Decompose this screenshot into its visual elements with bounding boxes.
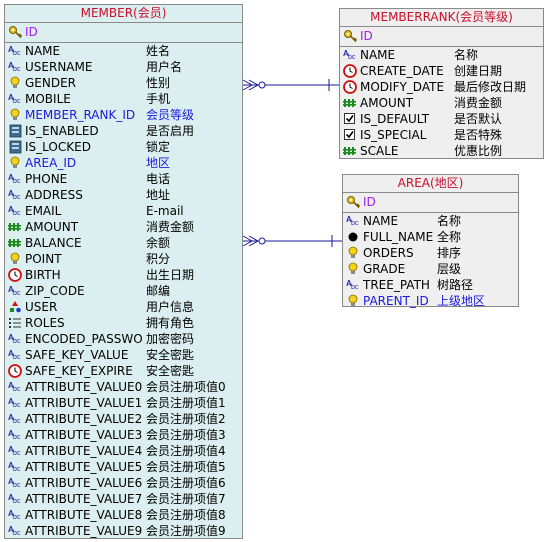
- relationship-lines: [242, 79, 342, 247]
- member-to-area-connector[interactable]: [242, 235, 342, 247]
- member-to-memberrank-connector[interactable]: [242, 79, 339, 91]
